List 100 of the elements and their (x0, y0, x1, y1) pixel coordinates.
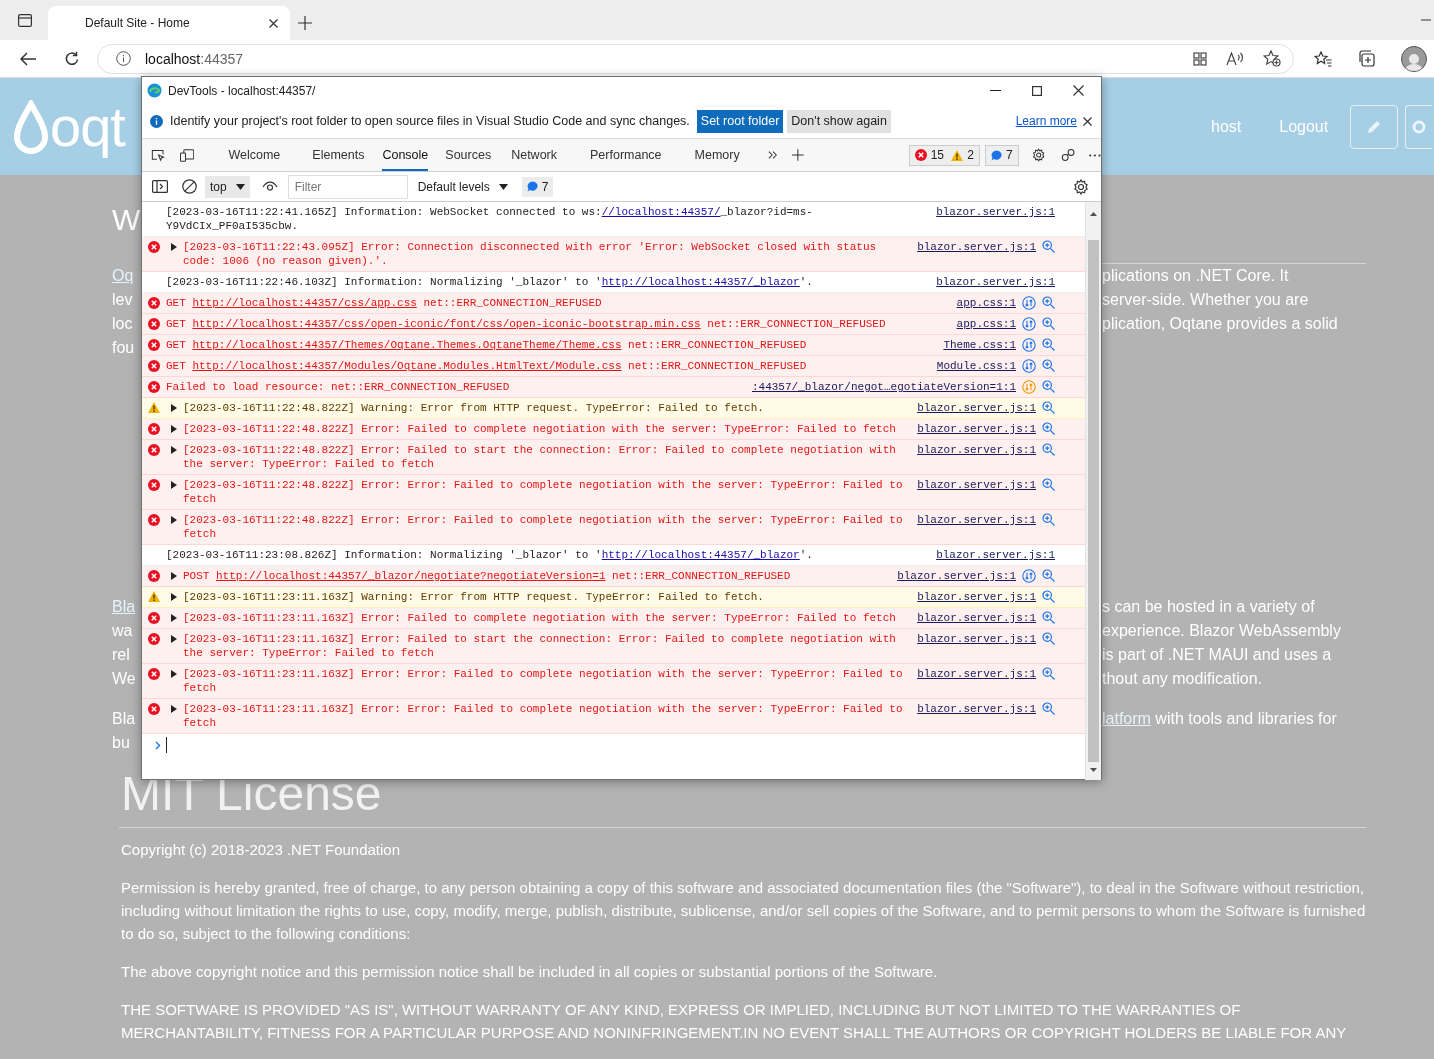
search-icon[interactable] (1042, 590, 1055, 603)
source-link[interactable]: :44357/_blazor/negot…egotiateVersion=1:1 (751, 380, 1016, 394)
source-link[interactable]: blazor.server.js:1 (917, 240, 1036, 254)
source-link[interactable]: blazor.server.js:1 (917, 667, 1036, 681)
close-icon[interactable] (1083, 116, 1092, 126)
link[interactable]: http://localhost:44357/css/app.css (192, 297, 417, 309)
devtools-tab[interactable]: Elements (312, 139, 365, 171)
apps-icon[interactable] (1193, 51, 1207, 66)
close-icon[interactable] (269, 18, 278, 28)
scrollbar[interactable] (1085, 202, 1101, 780)
maximize-icon[interactable] (1032, 85, 1042, 96)
devtools-tab[interactable]: Sources (445, 139, 492, 171)
address-field[interactable]: localhost:44357 (97, 43, 1294, 74)
set-root-folder-button[interactable]: Set root folder (696, 109, 784, 133)
network-icon[interactable] (1022, 569, 1036, 583)
search-icon[interactable] (1042, 240, 1055, 253)
search-icon[interactable] (1042, 667, 1055, 680)
link[interactable]: http://localhost:44357/_blazor (601, 276, 800, 288)
connection-icon[interactable] (1061, 147, 1076, 163)
learn-more-link[interactable]: Learn more (1015, 114, 1077, 128)
context-select[interactable]: top (205, 175, 250, 198)
search-icon[interactable] (1042, 443, 1055, 456)
search-icon[interactable] (1042, 296, 1055, 309)
network-icon[interactable] (1022, 338, 1036, 352)
expand-arrow-icon[interactable] (171, 705, 177, 713)
inspect-icon[interactable] (151, 147, 166, 163)
search-icon[interactable] (1042, 317, 1055, 330)
expand-arrow-icon[interactable] (171, 635, 177, 643)
source-link[interactable]: blazor.server.js:1 (917, 702, 1036, 716)
source-link[interactable]: blazor.server.js:1 (917, 478, 1036, 492)
expand-arrow-icon[interactable] (171, 670, 177, 678)
info-icon[interactable] (116, 51, 131, 66)
sidebar-icon[interactable] (152, 180, 168, 193)
link[interactable]: http://localhost:44357/Modules/Oqtane.Modules.HtmlText/Module.css (192, 360, 622, 372)
tab-actions-icon[interactable] (18, 14, 32, 27)
eye-icon[interactable] (261, 181, 278, 192)
source-link[interactable]: blazor.server.js:1 (917, 422, 1036, 436)
favorites-icon[interactable] (1314, 50, 1332, 67)
source-link[interactable]: blazor.server.js:1 (917, 590, 1036, 604)
search-icon[interactable] (1042, 422, 1055, 435)
close-icon[interactable] (1073, 85, 1084, 96)
device-toolbar-icon[interactable] (180, 147, 195, 163)
expand-arrow-icon[interactable] (171, 446, 177, 454)
source-link[interactable]: Theme.css:1 (943, 338, 1016, 352)
dismiss-button[interactable]: Don't show again (787, 109, 891, 133)
expand-arrow-icon[interactable] (171, 481, 177, 489)
read-aloud-icon[interactable] (1226, 51, 1244, 66)
source-link[interactable]: blazor.server.js:1 (917, 401, 1036, 415)
source-link[interactable]: Module.css:1 (936, 359, 1016, 373)
devtools-tab[interactable]: Network (511, 139, 557, 171)
expand-arrow-icon[interactable] (171, 404, 177, 412)
profile-avatar[interactable] (1401, 45, 1427, 72)
source-link[interactable]: blazor.server.js:1 (897, 569, 1016, 583)
network-icon[interactable] (1022, 296, 1036, 310)
clear-console-icon[interactable] (182, 179, 197, 194)
source-link[interactable]: blazor.server.js:1 (917, 632, 1036, 646)
more-icon[interactable] (1089, 153, 1101, 157)
search-icon[interactable] (1042, 401, 1055, 414)
search-icon[interactable] (1042, 702, 1055, 715)
link[interactable]: //localhost:44357/ (601, 206, 721, 218)
new-tab-icon[interactable] (298, 16, 312, 30)
source-link[interactable]: blazor.server.js:1 (936, 275, 1055, 289)
add-favorite-icon[interactable] (1263, 50, 1281, 67)
filter-field[interactable]: Filter (287, 174, 408, 199)
expand-arrow-icon[interactable] (171, 593, 177, 601)
devtools-tab[interactable]: Console (382, 139, 429, 171)
search-icon[interactable] (1042, 513, 1055, 526)
log-levels-dropdown[interactable]: Default levels (417, 179, 508, 194)
search-icon[interactable] (1042, 611, 1055, 624)
link[interactable]: http://localhost:44357/Themes/Oqtane.Themes.OqtaneTheme/Theme.css (192, 339, 622, 351)
source-link[interactable]: app.css:1 (956, 296, 1016, 310)
message-counter-button[interactable]: 7 (521, 176, 554, 197)
expand-arrow-icon[interactable] (171, 572, 177, 580)
refresh-icon[interactable] (64, 50, 80, 67)
source-link[interactable]: blazor.server.js:1 (936, 205, 1055, 219)
source-link[interactable]: app.css:1 (956, 317, 1016, 331)
search-icon[interactable] (1042, 478, 1055, 491)
collections-icon[interactable] (1358, 50, 1375, 67)
devtools-tab[interactable]: Memory (694, 139, 740, 171)
expand-arrow-icon[interactable] (171, 243, 177, 251)
devtools-tab[interactable]: Performance (590, 139, 662, 171)
source-link[interactable]: blazor.server.js:1 (917, 611, 1036, 625)
message-counter-button[interactable]: 7 (985, 144, 1019, 166)
source-link[interactable]: blazor.server.js:1 (936, 548, 1055, 562)
browser-tab[interactable]: Default Site - Home (48, 6, 290, 40)
search-icon[interactable] (1042, 338, 1055, 351)
network-icon[interactable] (1022, 317, 1036, 331)
expand-arrow-icon[interactable] (171, 614, 177, 622)
link[interactable]: http://localhost:44357/css/open-iconic/font/css/open-iconic-bootstrap.min.css (192, 318, 701, 330)
expand-arrow-icon[interactable] (171, 516, 177, 524)
expand-arrow-icon[interactable] (171, 425, 177, 433)
search-icon[interactable] (1042, 359, 1055, 372)
link[interactable]: http://localhost:44357/_blazor/negotiate?negotiateVersion=1 (216, 570, 606, 582)
back-icon[interactable] (20, 51, 37, 66)
add-tab-icon[interactable] (791, 148, 804, 162)
source-link[interactable]: blazor.server.js:1 (917, 443, 1036, 457)
issue-counter-button[interactable]: 15 2 (908, 144, 980, 166)
settings-icon[interactable] (1031, 147, 1046, 163)
devtools-tab[interactable]: Welcome (228, 139, 281, 171)
more-tabs-icon[interactable] (767, 150, 777, 160)
